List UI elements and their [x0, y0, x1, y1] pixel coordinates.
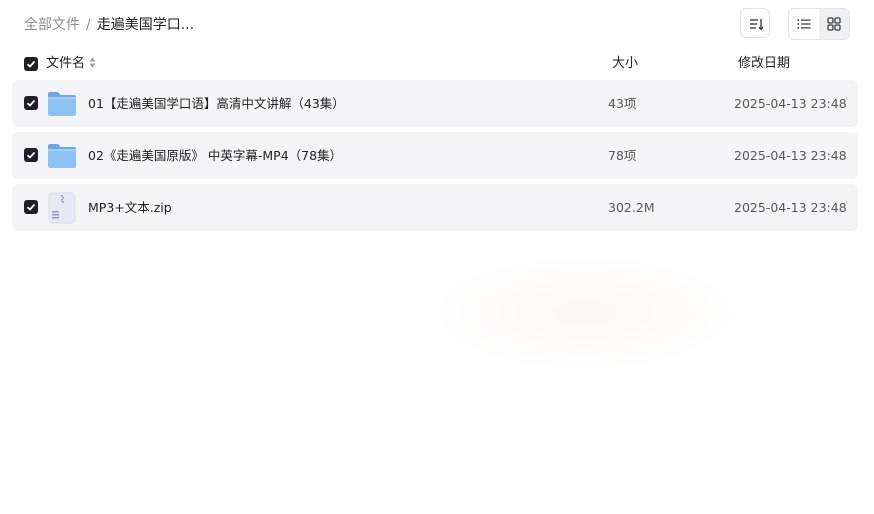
folder-icon — [48, 144, 76, 168]
file-size: 78项 — [608, 148, 637, 163]
file-date: 2025-04-13 23:48 — [734, 200, 847, 215]
list-view-button[interactable] — [789, 9, 819, 39]
column-header-date[interactable]: 修改日期 — [738, 50, 790, 78]
zip-file-icon — [48, 192, 76, 224]
grid-view-icon — [827, 17, 841, 31]
breadcrumb-current: 走遍美国学口... — [96, 17, 195, 33]
breadcrumb: 全部文件 / 走遍美国学口... — [24, 15, 194, 35]
sort-icon — [750, 19, 764, 31]
file-date: 2025-04-13 23:48 — [734, 96, 847, 111]
grid-view-button[interactable] — [819, 9, 849, 39]
view-toggle — [788, 8, 850, 40]
file-row[interactable]: MP3+文本.zip 302.2M 2025-04-13 23:48 — [12, 184, 858, 231]
row-checkbox[interactable] — [24, 200, 38, 214]
file-list: 01【走遍美国学口语】高清中文讲解（43集） 43项 2025-04-13 23… — [12, 80, 858, 236]
check-icon — [26, 99, 36, 107]
file-date: 2025-04-13 23:48 — [734, 148, 847, 163]
file-name[interactable]: 02《走遍美国原版》 中英字幕-MP4（78集） — [88, 132, 342, 179]
column-header-size[interactable]: 大小 — [612, 50, 638, 78]
folder-icon — [48, 92, 76, 116]
breadcrumb-separator: / — [86, 17, 91, 33]
file-name[interactable]: MP3+文本.zip — [88, 184, 172, 231]
column-header-name[interactable]: 文件名 — [46, 50, 96, 78]
file-name[interactable]: 01【走遍美国学口语】高清中文讲解（43集） — [88, 80, 345, 127]
file-size: 43项 — [608, 96, 637, 111]
check-icon — [26, 151, 36, 159]
file-size: 302.2M — [608, 200, 655, 215]
row-checkbox[interactable] — [24, 96, 38, 110]
row-checkbox[interactable] — [24, 148, 38, 162]
file-row[interactable]: 01【走遍美国学口语】高清中文讲解（43集） 43项 2025-04-13 23… — [12, 80, 858, 127]
table-header: 文件名 大小 修改日期 — [12, 50, 858, 78]
top-bar: 全部文件 / 走遍美国学口... — [24, 8, 850, 40]
background-glow — [440, 258, 730, 368]
check-icon — [26, 203, 36, 211]
list-view-icon — [797, 19, 811, 29]
column-header-name-label: 文件名 — [46, 56, 86, 71]
file-row[interactable]: 02《走遍美国原版》 中英字幕-MP4（78集） 78项 2025-04-13 … — [12, 132, 858, 179]
select-all-checkbox[interactable] — [24, 57, 38, 71]
sort-button[interactable] — [740, 8, 770, 38]
breadcrumb-root-link[interactable]: 全部文件 — [24, 17, 80, 33]
check-icon — [26, 60, 36, 68]
sort-arrows-icon — [89, 57, 96, 68]
